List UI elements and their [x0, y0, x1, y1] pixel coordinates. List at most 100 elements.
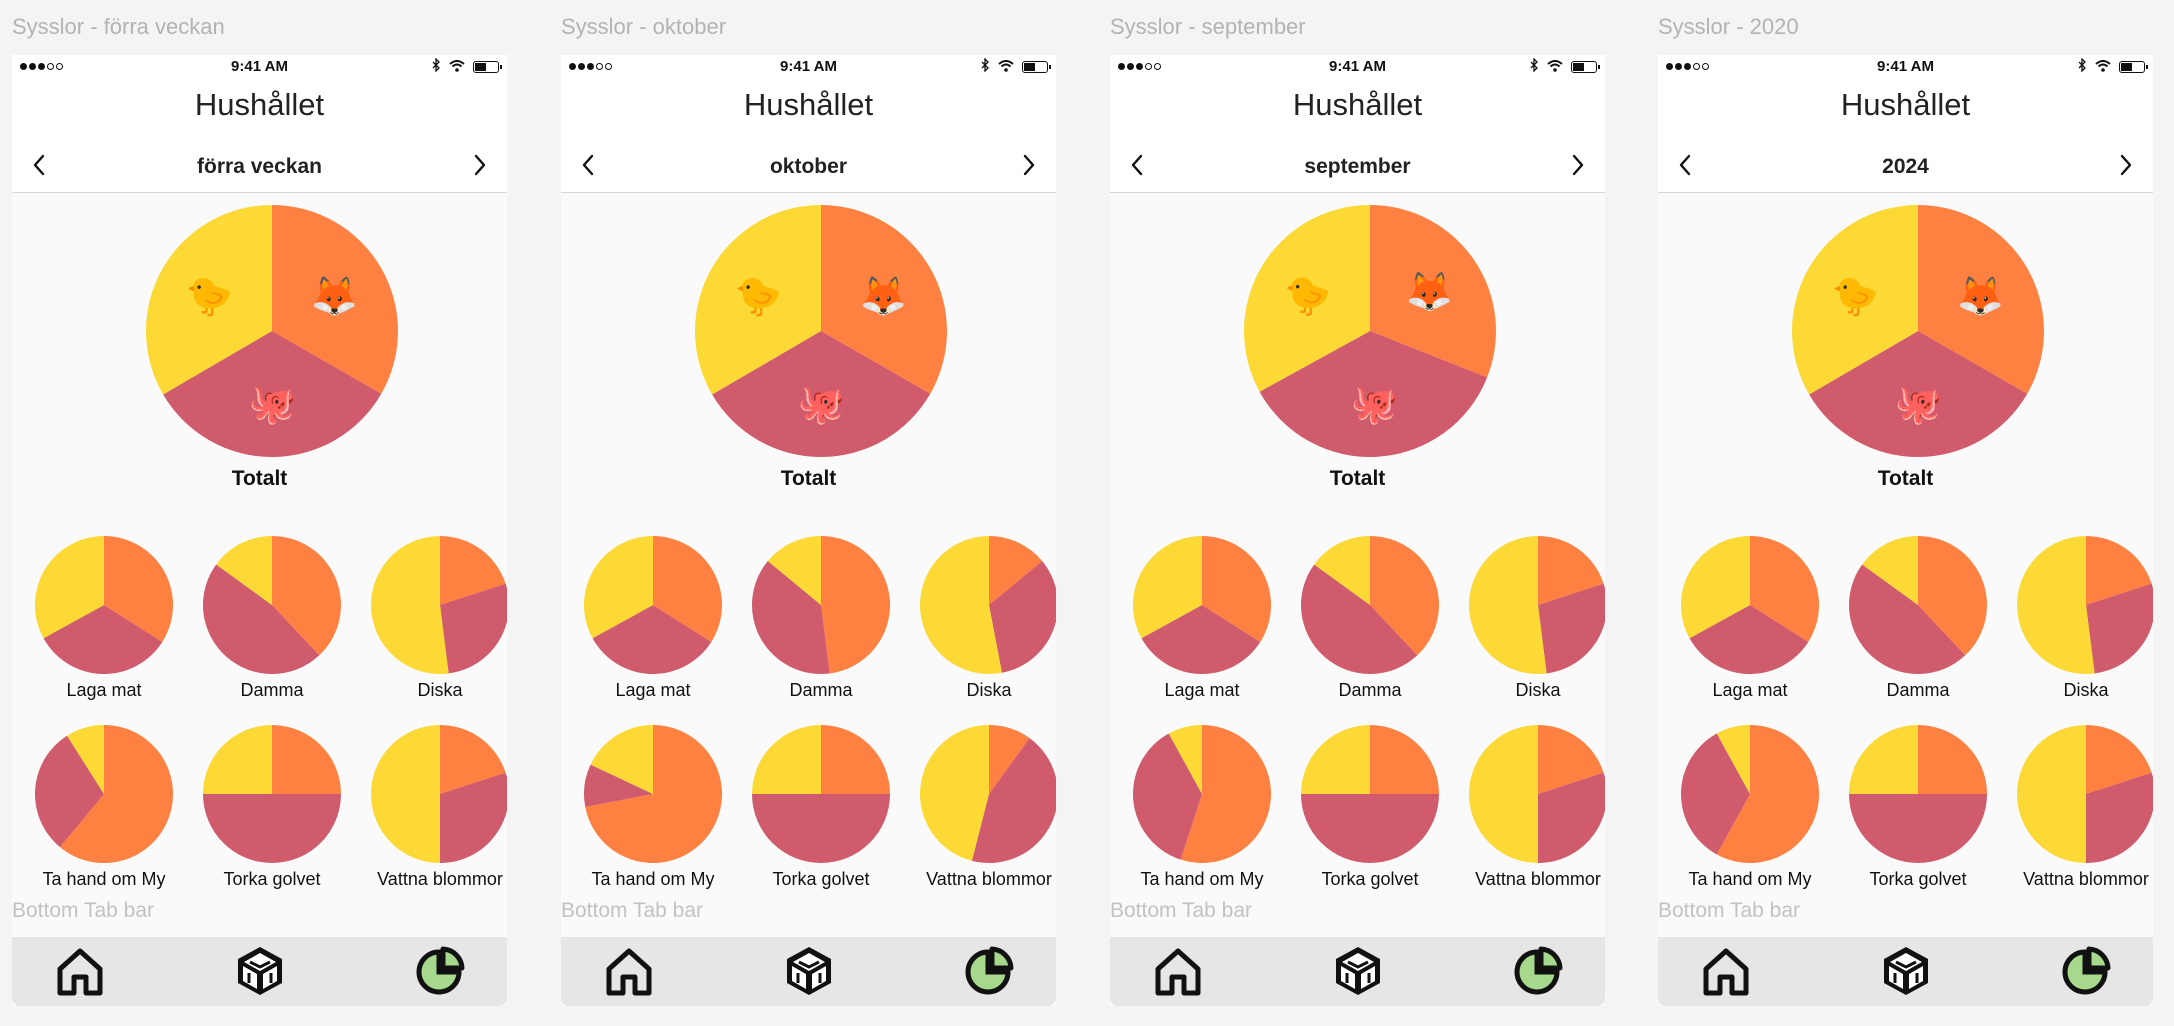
tab-home[interactable]	[1150, 943, 1206, 999]
chore-label: Laga mat	[1164, 680, 1240, 700]
bluetooth-icon	[980, 57, 990, 76]
pie-chart-icon	[1514, 946, 1563, 995]
chore-pie-slice-octopus	[1301, 794, 1439, 863]
chore-pie-chart[interactable]: Diska	[360, 535, 507, 701]
chore-pie-chart[interactable]: Ta hand om My	[1670, 724, 1830, 890]
prev-period-button[interactable]	[24, 150, 54, 180]
next-period-button[interactable]	[1014, 150, 1044, 180]
cube-icon	[1336, 947, 1380, 995]
chore-pie-chart[interactable]: Vattna blommor	[1458, 724, 1605, 890]
total-pie-chart[interactable]: 🦊 🐙 🐤	[1792, 205, 2044, 457]
fox-emoji: 🦊	[860, 275, 907, 318]
octopus-emoji: 🐙	[798, 384, 845, 427]
tab-chores[interactable]	[1878, 943, 1934, 999]
bluetooth-icon	[1529, 57, 1539, 76]
chore-pie-slice-fox	[1370, 725, 1439, 794]
chore-pie-chart[interactable]: Vattna blommor	[909, 724, 1056, 890]
phone-screen: 9:41 AM Hushållet 2024 🦊 🐙 🐤 Totalt Laga mat Dam…	[1658, 55, 2153, 1006]
octopus-emoji: 🐙	[249, 384, 296, 427]
status-bar: 9:41 AM	[1110, 55, 1605, 79]
bottom-tab-bar	[12, 937, 507, 1006]
chore-pie-chart[interactable]: Torka golvet	[1290, 724, 1450, 890]
prev-period-button[interactable]	[1670, 150, 1700, 180]
chore-pie-chart[interactable]: Damma	[1838, 535, 1998, 701]
tab-home[interactable]	[1698, 943, 1754, 999]
chore-pie-slice-chick	[1469, 536, 1547, 674]
tab-statistics[interactable]	[412, 943, 468, 999]
bluetooth-icon	[431, 57, 441, 76]
frame-title: Sysslor - 2020	[1658, 14, 1799, 39]
cube-icon	[1884, 947, 1928, 995]
chore-pie-chart[interactable]: Laga mat	[1670, 535, 1830, 701]
chick-emoji: 🐤	[186, 276, 233, 318]
chore-pie-chart[interactable]: Diska	[1458, 535, 1605, 701]
tab-chores[interactable]	[1330, 943, 1386, 999]
battery-icon	[473, 61, 502, 73]
prev-period-button[interactable]	[573, 150, 603, 180]
chore-pie-chart[interactable]: Damma	[741, 535, 901, 701]
tab-chores[interactable]	[781, 943, 837, 999]
chore-pie-chart[interactable]: Diska	[2006, 535, 2153, 701]
chore-pie-slice-fox	[821, 725, 890, 794]
pie-chart-icon	[965, 946, 1014, 995]
pie-chart-icon	[2062, 946, 2111, 995]
home-icon	[606, 948, 652, 996]
wifi-icon	[998, 59, 1014, 76]
chore-pie-chart[interactable]: Laga mat	[1122, 535, 1282, 701]
next-period-button[interactable]	[1563, 150, 1593, 180]
chore-pie-chart[interactable]: Diska	[909, 535, 1056, 701]
chore-pie-chart[interactable]: Vattna blommor	[360, 724, 507, 890]
chore-pie-chart[interactable]: Vattna blommor	[2006, 724, 2153, 890]
tab-chores[interactable]	[232, 943, 288, 999]
prev-period-button[interactable]	[1122, 150, 1152, 180]
chevron-left-icon	[1131, 154, 1143, 176]
period-label: september	[1304, 155, 1411, 178]
chore-pie-chart[interactable]: Ta hand om My	[1122, 724, 1282, 890]
status-bar: 9:41 AM	[12, 55, 507, 79]
chevron-left-icon	[1679, 154, 1691, 176]
chore-pie-chart[interactable]: Laga mat	[573, 535, 733, 701]
chore-pie-chart[interactable]: Torka golvet	[1838, 724, 1998, 890]
chore-pie-slice-octopus	[203, 794, 341, 863]
chore-pie-slice-chick	[371, 536, 449, 674]
bluetooth-icon	[2077, 57, 2087, 76]
chore-pie-chart[interactable]: Damma	[192, 535, 352, 701]
chore-pie-chart[interactable]: Damma	[1290, 535, 1450, 701]
total-label: Totalt	[1329, 467, 1386, 490]
tab-home[interactable]	[52, 943, 108, 999]
chevron-right-icon	[1023, 154, 1035, 176]
chore-pie-chart[interactable]: Laga mat	[24, 535, 184, 701]
tab-home[interactable]	[601, 943, 657, 999]
chore-pie-chart[interactable]: Ta hand om My	[573, 724, 733, 890]
fox-emoji: 🦊	[1406, 271, 1453, 314]
chore-pie-chart[interactable]: Torka golvet	[192, 724, 352, 890]
chore-pie-slice-chick	[2017, 725, 2086, 863]
period-label: 2024	[1882, 155, 1929, 178]
chore-pie-slice-chick	[371, 725, 440, 863]
fox-emoji: 🦊	[1957, 275, 2004, 318]
total-pie-chart[interactable]: 🦊 🐙 🐤	[1244, 205, 1496, 457]
chore-label: Ta hand om My	[1688, 869, 1812, 889]
octopus-emoji: 🐙	[1351, 384, 1398, 427]
chore-label: Diska	[966, 680, 1012, 700]
frame-title: Sysslor - förra veckan	[12, 14, 225, 39]
home-icon	[1703, 948, 1749, 996]
chore-pie-slice-chick	[1469, 725, 1538, 863]
tab-statistics[interactable]	[961, 943, 1017, 999]
total-label: Totalt	[780, 467, 837, 490]
chore-pie-chart[interactable]: Torka golvet	[741, 724, 901, 890]
next-period-button[interactable]	[465, 150, 495, 180]
chore-pie-chart[interactable]: Ta hand om My	[24, 724, 184, 890]
octopus-emoji: 🐙	[1895, 384, 1942, 427]
home-icon	[57, 948, 103, 996]
chick-emoji: 🐤	[1832, 276, 1879, 318]
total-label: Totalt	[231, 467, 288, 490]
tab-statistics[interactable]	[2058, 943, 2114, 999]
chore-pie-slice-fox	[1918, 725, 1987, 794]
tabbar-caption: Bottom Tab bar	[12, 899, 155, 922]
next-period-button[interactable]	[2111, 150, 2141, 180]
chore-label: Diska	[1515, 680, 1561, 700]
tab-statistics[interactable]	[1510, 943, 1566, 999]
total-pie-chart[interactable]: 🦊 🐙 🐤	[695, 205, 947, 457]
total-pie-chart[interactable]: 🦊 🐙 🐤	[146, 205, 398, 457]
